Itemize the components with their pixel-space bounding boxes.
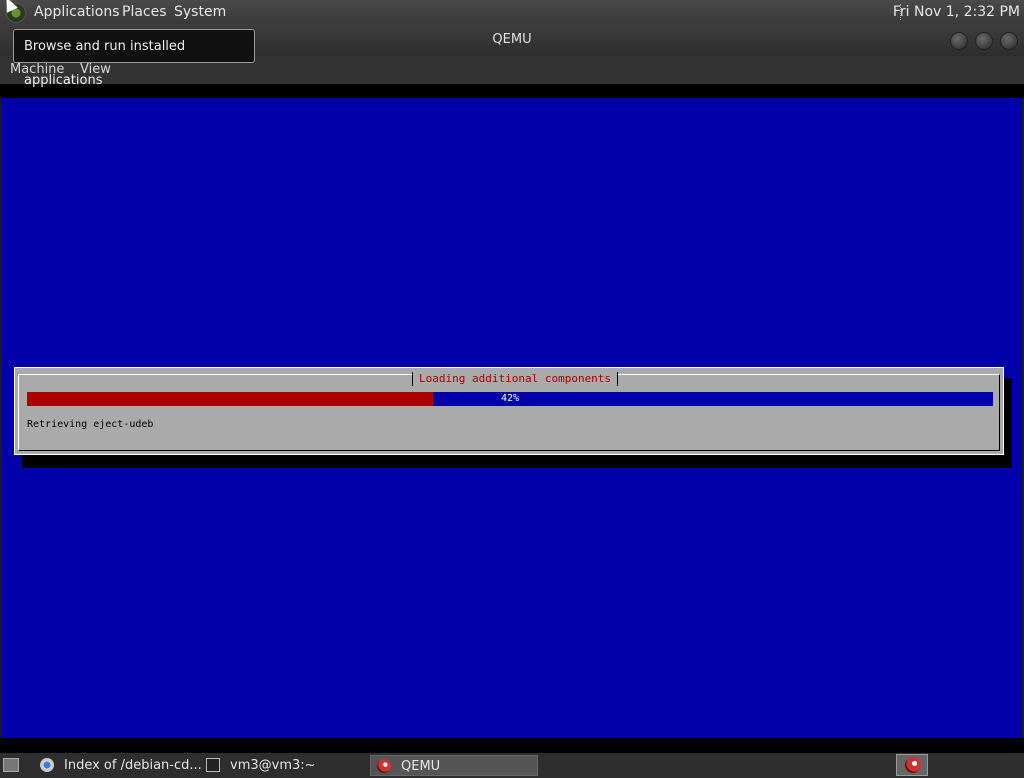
task-label: vm3@vm3:~ [230,758,316,773]
places-menu[interactable]: Places [122,4,167,20]
task-qemu[interactable]: QEMU [370,755,538,776]
clock[interactable]: Fri Nov 1, 2:32 PM [893,4,1020,20]
dialog-frame: Loading additional components [18,372,1000,451]
tray-qemu-icon [905,757,921,773]
tooltip: Browse and run installed applications [13,29,255,88]
dialog-title: Loading additional components [412,372,619,386]
qemu-icon [377,759,391,773]
applications-menu[interactable]: Applications [34,4,120,20]
maximize-button[interactable] [975,32,993,50]
task-label: Index of /debian-cd... [64,758,202,773]
tray-button[interactable] [896,754,928,776]
status-text: Retrieving eject-udeb [27,419,154,430]
terminal-icon [206,758,220,772]
taskbar: Index of /debian-cd... vm3@vm3:~ QEMU [0,753,1024,778]
top-panel: Applications Places System Fri Nov 1, 2:… [0,0,1024,24]
task-browser[interactable]: Index of /debian-cd... [34,755,202,776]
show-desktop-icon[interactable] [3,758,19,772]
progress-percent: 42% [500,393,520,404]
close-button[interactable] [1000,32,1018,50]
minimize-button[interactable] [950,32,968,50]
chrome-icon [40,758,54,772]
task-label: QEMU [401,759,441,774]
progress-bar: 42% [27,392,993,406]
system-menu[interactable]: System [174,4,226,20]
vm-border-bottom [0,738,1024,753]
progress-dialog: Loading additional components 42% Retrie… [14,367,1004,455]
task-terminal[interactable]: vm3@vm3:~ [200,755,366,776]
vm-border-top [0,84,1024,98]
